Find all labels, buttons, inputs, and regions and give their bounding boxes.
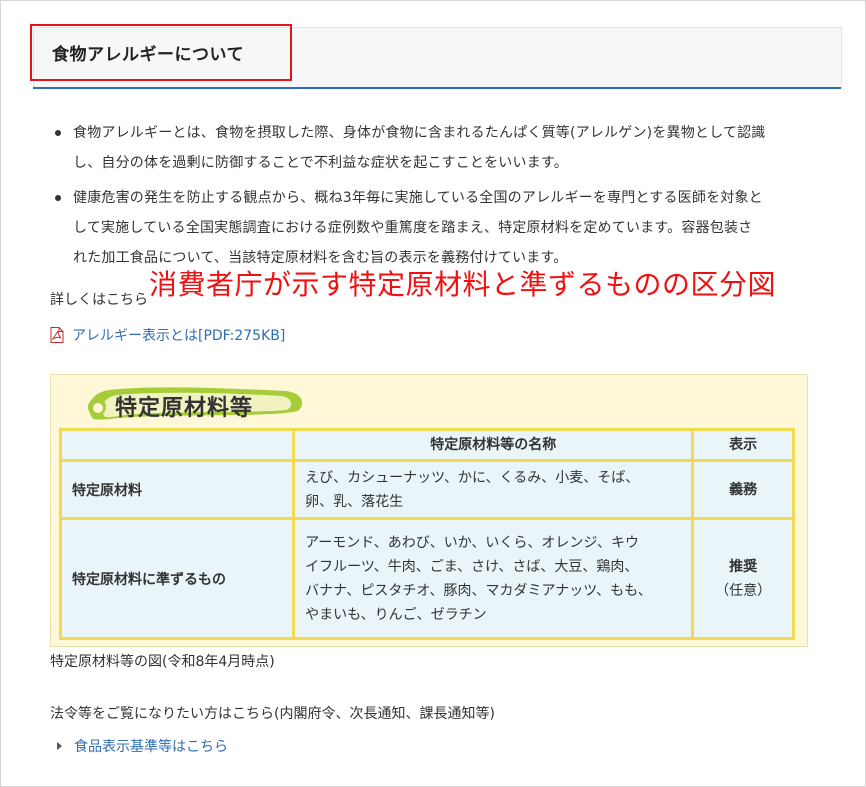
table-cell-category: 特定原材料 — [58, 459, 296, 520]
bullet-text-line: 健康危害の発生を防止する観点から、概ね3年毎に実施している全国のアレルギーを専門… — [73, 190, 763, 206]
overlay-caption: 消費者庁が示す特定原材料と準ずるものの区分図 — [149, 268, 777, 301]
name-line: えび、カシューナッツ、かに、くるみ、小麦、そば、 — [305, 469, 640, 486]
pdf-link[interactable]: アレルギー表示とは[PDF:275KB] — [50, 325, 285, 345]
table-cell-category: 特定原材料に準ずるもの — [58, 517, 296, 640]
bullet-dot-icon — [55, 130, 61, 136]
bullet-text-line: し、自分の体を過剰に防御することで不利益な症状を起こすことをいいます。 — [73, 155, 568, 171]
name-line: イフルーツ、牛肉、ごま、さけ、さば、大豆、鶏肉、 — [305, 558, 639, 575]
table-cell-names: アーモンド、あわび、いか、いくら、オレンジ、キウ イフルーツ、牛肉、ごま、さけ、… — [292, 517, 695, 640]
laws-label: 法令等をご覧になりたい方はこちら(内閣府令、次長通知、課長通知等) — [50, 706, 495, 722]
label-line: 推奨 — [729, 558, 758, 575]
pdf-icon — [50, 327, 64, 343]
info-bullet-list: 食物アレルギーとは、食物を摂取した際、身体が食物に含まれるたんぱく質等(アレルゲ… — [50, 118, 850, 278]
table-cell-label: 推奨 （任意） — [691, 517, 795, 640]
page-title: 食物アレルギーについて — [52, 45, 244, 65]
table-cell-label: 義務 — [691, 459, 795, 520]
label-line: （任意） — [715, 582, 772, 599]
heading-underline — [33, 87, 841, 89]
allergen-figure: 特定原材料等 特定原材料等の名称 表示 特定原材料 えび、カシューナッツ、かに、… — [50, 374, 808, 647]
food-labeling-standards-link[interactable]: 食品表示基準等はこちら — [57, 736, 228, 756]
allergen-table: 特定原材料等の名称 表示 特定原材料 えび、カシューナッツ、かに、くるみ、小麦、… — [58, 428, 795, 640]
name-line: アーモンド、あわび、いか、いくら、オレンジ、キウ — [305, 534, 639, 551]
label-line: 義務 — [729, 481, 758, 498]
triangle-right-icon — [57, 742, 62, 750]
table-row: 特定原材料に準ずるもの アーモンド、あわび、いか、いくら、オレンジ、キウ イフル… — [58, 517, 795, 640]
table-header-row: 特定原材料等の名称 表示 — [58, 428, 795, 462]
name-line: バナナ、ピスタチオ、豚肉、マカダミアナッツ、もも、 — [305, 582, 652, 599]
name-line: 卵、乳、落花生 — [305, 493, 404, 510]
pdf-link-label: アレルギー表示とは[PDF:275KB] — [72, 328, 286, 344]
figure-title-banner: 特定原材料等 — [73, 381, 313, 427]
table-header-cell: 特定原材料等の名称 — [292, 428, 695, 462]
table-cell-names: えび、カシューナッツ、かに、くるみ、小麦、そば、 卵、乳、落花生 — [292, 459, 695, 520]
name-line: やまいも、りんご、ゼラチン — [305, 606, 487, 623]
bullet-dot-icon — [55, 195, 61, 201]
heading-highlight-box: 食物アレルギーについて — [30, 24, 292, 81]
table-header-cell: 表示 — [691, 428, 795, 462]
bullet-item: 食物アレルギーとは、食物を摂取した際、身体が食物に含まれるたんぱく質等(アレルゲ… — [50, 118, 850, 178]
food-labeling-standards-link-label: 食品表示基準等はこちら — [74, 739, 228, 755]
details-label: 詳しくはこちら — [50, 292, 148, 308]
table-header-cell — [58, 428, 296, 462]
bullet-item: 健康危害の発生を防止する観点から、概ね3年毎に実施している全国のアレルギーを専門… — [50, 183, 850, 273]
bullet-text-line: して実施している全国実態調査における症例数や重篤度を踏まえ、特定原材料を定めてい… — [73, 220, 753, 236]
table-row: 特定原材料 えび、カシューナッツ、かに、くるみ、小麦、そば、 卵、乳、落花生 義… — [58, 459, 795, 520]
figure-caption: 特定原材料等の図(令和8年4月時点) — [50, 654, 275, 670]
figure-title: 特定原材料等 — [115, 396, 254, 421]
bullet-text-line: 食物アレルギーとは、食物を摂取した際、身体が食物に含まれるたんぱく質等(アレルゲ… — [73, 125, 766, 141]
